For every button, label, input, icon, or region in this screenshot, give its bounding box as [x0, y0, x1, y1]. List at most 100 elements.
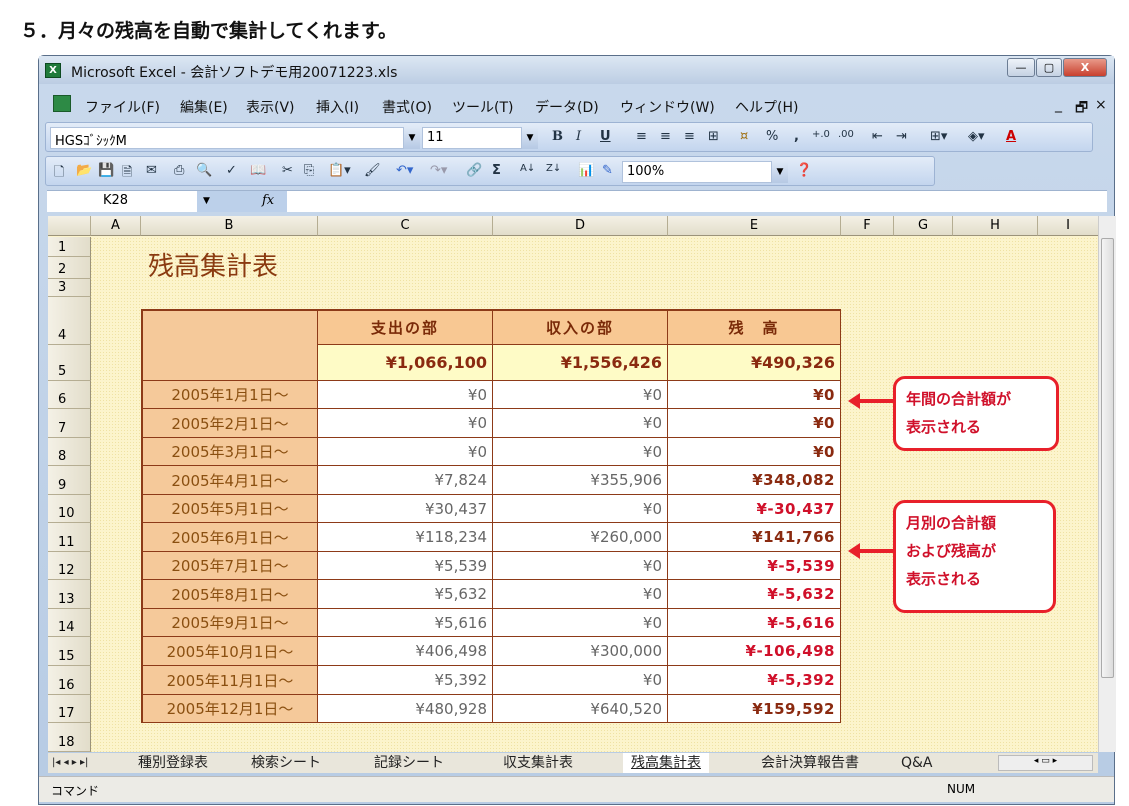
- row-header-4[interactable]: 4: [48, 297, 91, 345]
- expense-cell[interactable]: ¥30,437: [318, 495, 493, 523]
- row-header-7[interactable]: 7: [48, 409, 91, 438]
- row-header-1[interactable]: 1: [48, 237, 91, 257]
- italic-button[interactable]: I: [576, 129, 581, 144]
- row-header-14[interactable]: 14: [48, 609, 91, 637]
- balance-cell[interactable]: ¥0: [668, 409, 841, 438]
- month-label-cell[interactable]: 2005年1月1日～: [141, 381, 318, 409]
- total-cell[interactable]: ¥1,556,426: [493, 345, 668, 381]
- row-header-2[interactable]: 2: [48, 257, 91, 279]
- size-dropdown-icon[interactable]: ▼: [522, 127, 538, 149]
- sheet-tab[interactable]: 残高集計表: [623, 753, 709, 773]
- column-heading[interactable]: 収入の部: [493, 309, 668, 345]
- menu-tools[interactable]: ツール(T): [452, 97, 513, 117]
- zoom-dropdown-icon[interactable]: ▼: [772, 161, 788, 183]
- expense-cell[interactable]: ¥480,928: [318, 695, 493, 723]
- redo-icon[interactable]: ↷▾: [430, 163, 447, 178]
- help-icon[interactable]: ❓: [796, 163, 812, 178]
- align-right-icon[interactable]: ≡: [684, 129, 695, 144]
- increase-decimal-button[interactable]: +.0: [812, 129, 830, 140]
- select-all-corner[interactable]: [48, 216, 91, 236]
- row-header-8[interactable]: 8: [48, 438, 91, 466]
- formula-input[interactable]: [287, 191, 1107, 212]
- column-header-e[interactable]: E: [668, 216, 841, 236]
- column-header-a[interactable]: A: [91, 216, 141, 236]
- expense-cell[interactable]: ¥0: [318, 438, 493, 466]
- balance-cell[interactable]: ¥-106,498: [668, 637, 841, 666]
- month-label-cell[interactable]: 2005年4月1日～: [141, 466, 318, 495]
- fill-color-icon[interactable]: ◈▾: [968, 129, 985, 144]
- cut-icon[interactable]: ✂: [282, 163, 293, 178]
- menu-file[interactable]: ファイル(F): [85, 97, 160, 117]
- expense-cell[interactable]: ¥0: [318, 381, 493, 409]
- expense-cell[interactable]: ¥5,632: [318, 580, 493, 609]
- row-header-12[interactable]: 12: [48, 552, 91, 580]
- scroll-thumb[interactable]: [1101, 238, 1114, 678]
- month-label-cell[interactable]: 2005年3月1日～: [141, 438, 318, 466]
- copy-icon[interactable]: ⎘: [304, 163, 314, 178]
- balance-cell[interactable]: ¥348,082: [668, 466, 841, 495]
- expense-cell[interactable]: ¥0: [318, 409, 493, 438]
- income-cell[interactable]: ¥0: [493, 381, 668, 409]
- income-cell[interactable]: ¥300,000: [493, 637, 668, 666]
- vertical-scrollbar[interactable]: [1098, 216, 1116, 752]
- balance-cell[interactable]: ¥-30,437: [668, 495, 841, 523]
- zoom-select[interactable]: 100%: [622, 161, 772, 183]
- total-cell[interactable]: ¥1,066,100: [318, 345, 493, 381]
- close-button[interactable]: X: [1063, 58, 1107, 77]
- spelling-icon[interactable]: ✓: [226, 163, 237, 178]
- income-cell[interactable]: ¥640,520: [493, 695, 668, 723]
- minimize-button[interactable]: —: [1007, 58, 1035, 77]
- row-header-10[interactable]: 10: [48, 495, 91, 523]
- column-header-c[interactable]: C: [318, 216, 493, 236]
- month-label-cell[interactable]: 2005年11月1日～: [141, 666, 318, 695]
- balance-cell[interactable]: ¥-5,616: [668, 609, 841, 637]
- expense-cell[interactable]: ¥406,498: [318, 637, 493, 666]
- menu-edit[interactable]: 編集(E): [180, 97, 228, 117]
- expense-cell[interactable]: ¥5,392: [318, 666, 493, 695]
- income-cell[interactable]: ¥260,000: [493, 523, 668, 552]
- save-icon[interactable]: 💾: [98, 163, 114, 178]
- row-header-17[interactable]: 17: [48, 695, 91, 723]
- underline-button[interactable]: U: [600, 129, 611, 144]
- balance-cell[interactable]: ¥0: [668, 381, 841, 409]
- row-header-18[interactable]: 18: [48, 723, 91, 752]
- row-header-5[interactable]: 5: [48, 345, 91, 381]
- align-center-icon[interactable]: ≡: [660, 129, 671, 144]
- currency-icon[interactable]: ¤: [740, 129, 748, 144]
- font-name-select[interactable]: HGSｺﾞｼｯｸM: [50, 127, 404, 149]
- sort-descending-button[interactable]: Z↓: [546, 163, 561, 174]
- fx-label[interactable]: fx: [262, 193, 274, 208]
- tab-nav-arrows-icon[interactable]: |◂ ◂ ▸ ▸|: [48, 753, 92, 773]
- column-header-g[interactable]: G: [894, 216, 953, 236]
- menu-data[interactable]: データ(D): [535, 97, 599, 117]
- table-corner-cell[interactable]: [141, 309, 318, 381]
- balance-cell[interactable]: ¥-5,392: [668, 666, 841, 695]
- balance-cell[interactable]: ¥0: [668, 438, 841, 466]
- sheet-tab[interactable]: 検索シート: [243, 753, 329, 773]
- column-header-h[interactable]: H: [953, 216, 1038, 236]
- month-label-cell[interactable]: 2005年2月1日～: [141, 409, 318, 438]
- print-preview-icon[interactable]: 🔍: [196, 163, 212, 178]
- column-header-f[interactable]: F: [841, 216, 894, 236]
- column-header-i[interactable]: I: [1038, 216, 1098, 236]
- doc-close-button[interactable]: ×: [1095, 97, 1107, 113]
- font-dropdown-icon[interactable]: ▼: [404, 127, 420, 149]
- column-heading[interactable]: 残 高: [668, 309, 841, 345]
- permission-icon[interactable]: 🗎: [122, 163, 132, 185]
- column-header-b[interactable]: B: [141, 216, 318, 236]
- row-header-11[interactable]: 11: [48, 523, 91, 552]
- menu-insert[interactable]: 挿入(I): [316, 97, 359, 117]
- month-label-cell[interactable]: 2005年12月1日～: [141, 695, 318, 723]
- font-size-select[interactable]: 11: [422, 127, 522, 149]
- month-label-cell[interactable]: 2005年6月1日～: [141, 523, 318, 552]
- align-left-icon[interactable]: ≡: [636, 129, 647, 144]
- format-painter-icon[interactable]: 🖌: [364, 163, 381, 178]
- autosum-button[interactable]: Σ: [492, 163, 501, 178]
- open-icon[interactable]: 📂: [76, 163, 92, 178]
- research-icon[interactable]: 📖: [250, 163, 266, 178]
- font-color-button[interactable]: A: [1006, 129, 1016, 144]
- name-box[interactable]: K28: [47, 191, 197, 212]
- income-cell[interactable]: ¥0: [493, 409, 668, 438]
- row-header-16[interactable]: 16: [48, 666, 91, 695]
- comma-button[interactable]: ,: [794, 129, 799, 144]
